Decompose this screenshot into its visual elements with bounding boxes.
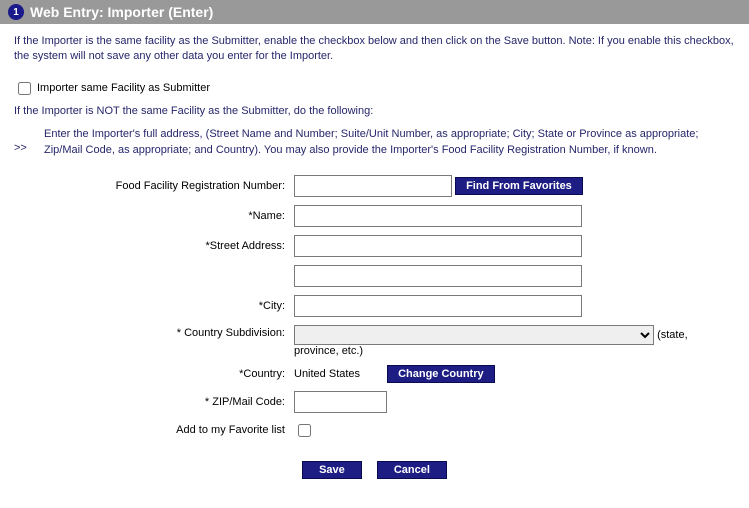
ffrn-label: Food Facility Registration Number: bbox=[14, 174, 293, 198]
indent-marker: >> bbox=[14, 127, 34, 158]
same-facility-label: Importer same Facility as Submitter bbox=[37, 82, 210, 94]
address-instruction-block: >> Enter the Importer's full address, (S… bbox=[14, 127, 735, 158]
change-country-button[interactable]: Change Country bbox=[387, 365, 495, 383]
street2-label bbox=[14, 264, 293, 288]
country-label: *Country: bbox=[14, 364, 293, 384]
button-row: Save Cancel bbox=[14, 461, 735, 479]
street-input[interactable] bbox=[294, 235, 582, 257]
street-label: *Street Address: bbox=[14, 234, 293, 258]
name-input[interactable] bbox=[294, 205, 582, 227]
street2-input[interactable] bbox=[294, 265, 582, 287]
not-same-intro: If the Importer is NOT the same Facility… bbox=[14, 104, 735, 119]
subdivision-select[interactable] bbox=[294, 325, 654, 345]
favorite-checkbox[interactable] bbox=[298, 424, 311, 437]
step-badge: 1 bbox=[8, 4, 24, 20]
favorite-label: Add to my Favorite list bbox=[14, 420, 293, 441]
ffrn-input[interactable] bbox=[294, 175, 452, 197]
country-value: United States bbox=[294, 368, 384, 380]
cancel-button[interactable]: Cancel bbox=[377, 461, 447, 479]
intro-text: If the Importer is the same facility as … bbox=[14, 34, 735, 65]
save-button[interactable]: Save bbox=[302, 461, 362, 479]
subdivision-label: * Country Subdivision: bbox=[14, 324, 293, 358]
form-table: Food Facility Registration Number: Find … bbox=[14, 168, 735, 447]
section-title: Web Entry: Importer (Enter) bbox=[30, 4, 213, 20]
city-label: *City: bbox=[14, 294, 293, 318]
section-header: 1 Web Entry: Importer (Enter) bbox=[0, 0, 749, 24]
name-label: *Name: bbox=[14, 204, 293, 228]
zip-label: * ZIP/Mail Code: bbox=[14, 390, 293, 414]
zip-input[interactable] bbox=[294, 391, 387, 413]
find-from-favorites-button[interactable]: Find From Favorites bbox=[455, 177, 583, 195]
content-area: If the Importer is the same facility as … bbox=[0, 24, 749, 499]
same-facility-row: Importer same Facility as Submitter bbox=[14, 79, 735, 98]
address-instruction-text: Enter the Importer's full address, (Stre… bbox=[34, 127, 735, 158]
city-input[interactable] bbox=[294, 295, 582, 317]
same-facility-checkbox[interactable] bbox=[18, 82, 31, 95]
